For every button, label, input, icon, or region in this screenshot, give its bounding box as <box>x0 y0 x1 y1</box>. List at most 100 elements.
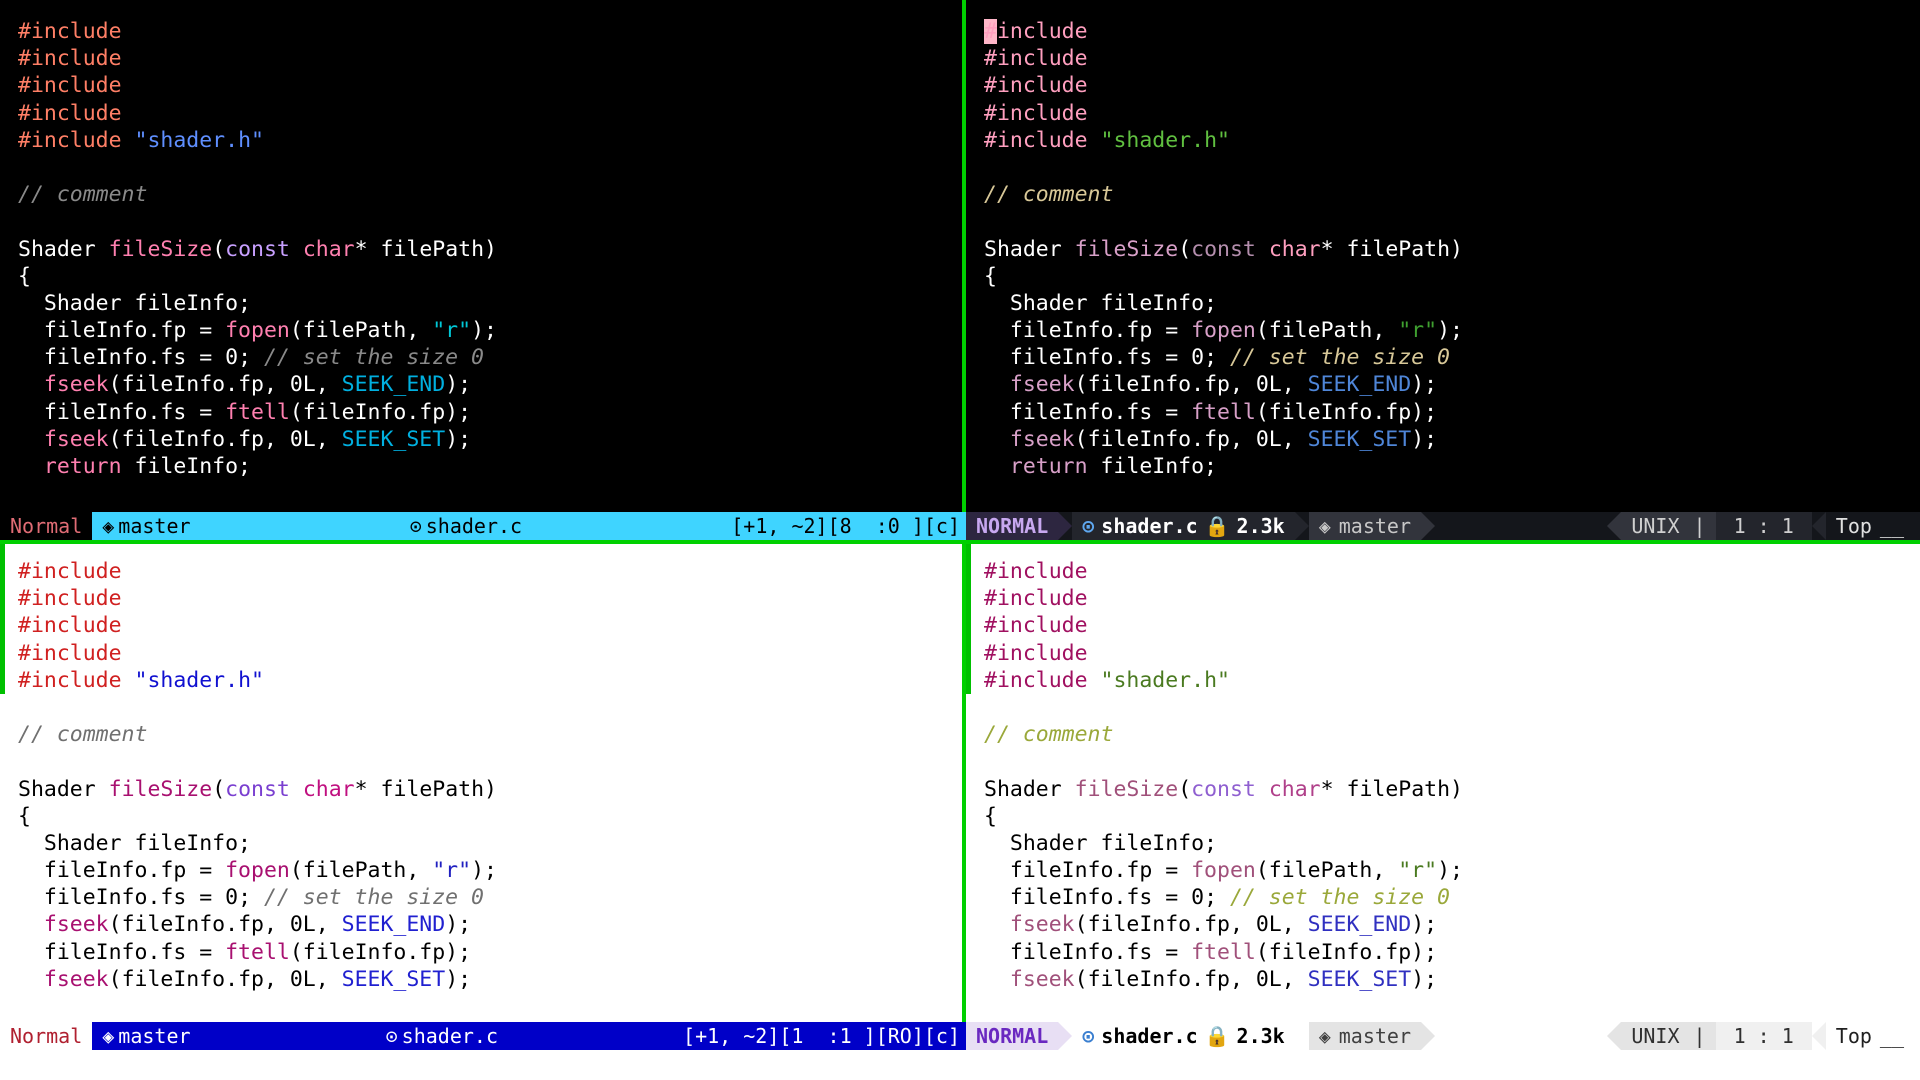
code-line: #include <box>18 613 122 639</box>
command-line-bottom-right[interactable]: :colorscheme modus-operandi <box>966 1050 1920 1080</box>
statusline-fileformat: UNIX <box>1631 1024 1680 1048</box>
command-line-bottom-left[interactable]: :colorscheme modus-operandi <box>0 1050 966 1080</box>
terminal-screen: #include #include #include #include #inc… <box>0 0 1920 1080</box>
statusline-filesize: 2.3k <box>1236 514 1285 538</box>
code-buffer-bottom-left[interactable]: #include #include #include #include #inc… <box>0 540 966 1022</box>
code-line: fseek(fileInfo.fp, 0L, SEEK_SET); <box>1009 966 1438 992</box>
code-line: #include <box>18 559 122 584</box>
statusline-filesize: 2.3k <box>1236 1024 1285 1048</box>
code-line: fseek(fileInfo.fp, 0L, SEEK_SET); <box>43 966 472 992</box>
statusline-mode: NORMAL <box>966 512 1059 540</box>
statusline-mode: NORMAL <box>966 1022 1059 1050</box>
code-line: #include <box>984 586 1088 612</box>
git-sign-column <box>966 544 971 694</box>
code-line: fseek(fileInfo.fp, 0L, SEEK_SET); <box>43 426 472 452</box>
code-line: #include <box>18 100 122 126</box>
code-line: #include "shader.h" <box>18 127 264 153</box>
code-line: fileInfo.fs = ftell(fileInfo.fp); <box>18 939 472 965</box>
code-line: fileInfo.fp = fopen(filePath, "r"); <box>984 318 1463 344</box>
statusline-top-left: Normal ◈ master ⊙ shader.c [+1, ~2] [8 :… <box>0 512 966 540</box>
statusline-filename: shader.c <box>1101 1024 1198 1048</box>
code-line: #include <box>18 640 122 666</box>
statusline-separator: | <box>1693 514 1706 538</box>
statusline-progress: __ <box>1879 514 1904 538</box>
statusline-fileformat: UNIX <box>1631 514 1680 538</box>
code-line: #include <box>18 586 122 612</box>
git-branch-icon: ◈ <box>102 1024 115 1048</box>
statusline-branch: master <box>118 514 191 538</box>
code-line: #include <box>984 613 1088 639</box>
code-line: fileInfo.fs = 0; // set the size 0 <box>984 345 1451 371</box>
code-line: // comment <box>984 182 1114 208</box>
code-line: fileInfo.fs = 0; // set the size 0 <box>18 885 485 911</box>
statusline-filename: shader.c <box>425 514 523 538</box>
c-file-icon: ⊙ <box>409 514 422 538</box>
code-line: #include "shader.h" <box>18 667 264 693</box>
git-sign-column <box>0 544 5 694</box>
c-file-icon: ⊙ <box>385 1024 398 1048</box>
statusline-branch: master <box>118 1024 191 1048</box>
statusline-position: 1 : 1 <box>1715 512 1812 540</box>
code-line: // comment <box>18 722 148 748</box>
statusline-branch: master <box>1338 514 1411 538</box>
statusline-branch: master <box>1338 1024 1411 1048</box>
code-line: fileInfo.fp = fopen(filePath, "r"); <box>984 858 1463 884</box>
statusline-scroll: Top <box>1835 1024 1872 1048</box>
pane-top-left[interactable]: #include #include #include #include #inc… <box>0 0 966 540</box>
code-line: fileInfo.fs = 0; // set the size 0 <box>984 885 1451 911</box>
statusline-filename: shader.c <box>401 1024 498 1048</box>
statusline-filetype: [c] <box>923 1024 960 1048</box>
code-line: Shader fileInfo; <box>43 830 252 856</box>
code-line: Shader fileInfo; <box>1009 290 1218 316</box>
code-line: #include "shader.h" <box>984 127 1230 153</box>
code-line: #include <box>984 73 1088 99</box>
statusline-scroll: Top <box>1835 514 1872 538</box>
statusline-mode: Normal <box>0 512 93 540</box>
statusline-position: 1 : 1 <box>1715 1022 1812 1050</box>
lock-icon: 🔒 <box>1204 514 1230 538</box>
c-file-icon: ⊙ <box>1082 514 1095 538</box>
code-line: return fileInfo; <box>43 454 252 479</box>
statusline-mode: Normal <box>0 1022 93 1050</box>
code-line: fileInfo.fs = ftell(fileInfo.fp); <box>984 399 1438 425</box>
statusline-separator: | <box>1693 1024 1706 1048</box>
code-buffer-top-left[interactable]: #include #include #include #include #inc… <box>0 0 966 512</box>
statusline-filename: shader.c <box>1101 514 1198 538</box>
pane-bottom-left[interactable]: #include #include #include #include #inc… <box>0 540 966 1080</box>
code-line: fseek(fileInfo.fp, 0L, SEEK_END); <box>43 372 472 398</box>
code-line: Shader fileInfo; <box>43 290 252 316</box>
code-line: #include <box>984 19 1088 44</box>
code-line: Shader fileSize(const char* filePath) <box>18 236 497 262</box>
code-line: { <box>984 803 997 829</box>
code-line: #include <box>984 100 1088 126</box>
statusline-top-right: NORMAL ⊙ shader.c 🔒 2.3k ◈ master UNIX |… <box>966 512 1920 540</box>
statusline-bottom-right: NORMAL ⊙ shader.c 🔒 2.3k ◈ master UNIX |… <box>966 1022 1920 1050</box>
code-line: #include <box>18 73 122 99</box>
statusline-bottom-left: Normal ◈ master ⊙ shader.c [+1, ~2] [1 :… <box>0 1022 966 1050</box>
code-line: #include <box>984 46 1088 72</box>
pane-bottom-right[interactable]: #include #include #include #include #inc… <box>966 540 1920 1080</box>
git-branch-icon: ◈ <box>102 514 115 538</box>
pane-top-right[interactable]: #include #include #include #include #inc… <box>966 0 1920 540</box>
code-line: { <box>984 263 997 289</box>
git-branch-icon: ◈ <box>1318 1024 1331 1048</box>
code-line: { <box>18 263 31 289</box>
statusline-readonly: [RO] <box>875 1024 924 1048</box>
code-buffer-bottom-right[interactable]: #include #include #include #include #inc… <box>966 540 1920 1022</box>
lock-icon: 🔒 <box>1204 1024 1230 1048</box>
statusline-progress: __ <box>1879 1024 1904 1048</box>
code-buffer-top-right[interactable]: #include #include #include #include #inc… <box>966 0 1920 512</box>
statusline-diff: [+1, ~2] <box>683 1024 780 1048</box>
code-line: // comment <box>984 722 1114 748</box>
code-line: #include <box>18 46 122 72</box>
code-line: fileInfo.fs = ftell(fileInfo.fp); <box>984 939 1438 965</box>
block-cursor: # <box>984 19 997 44</box>
statusline-position: [1 :1 ] <box>779 1024 876 1048</box>
